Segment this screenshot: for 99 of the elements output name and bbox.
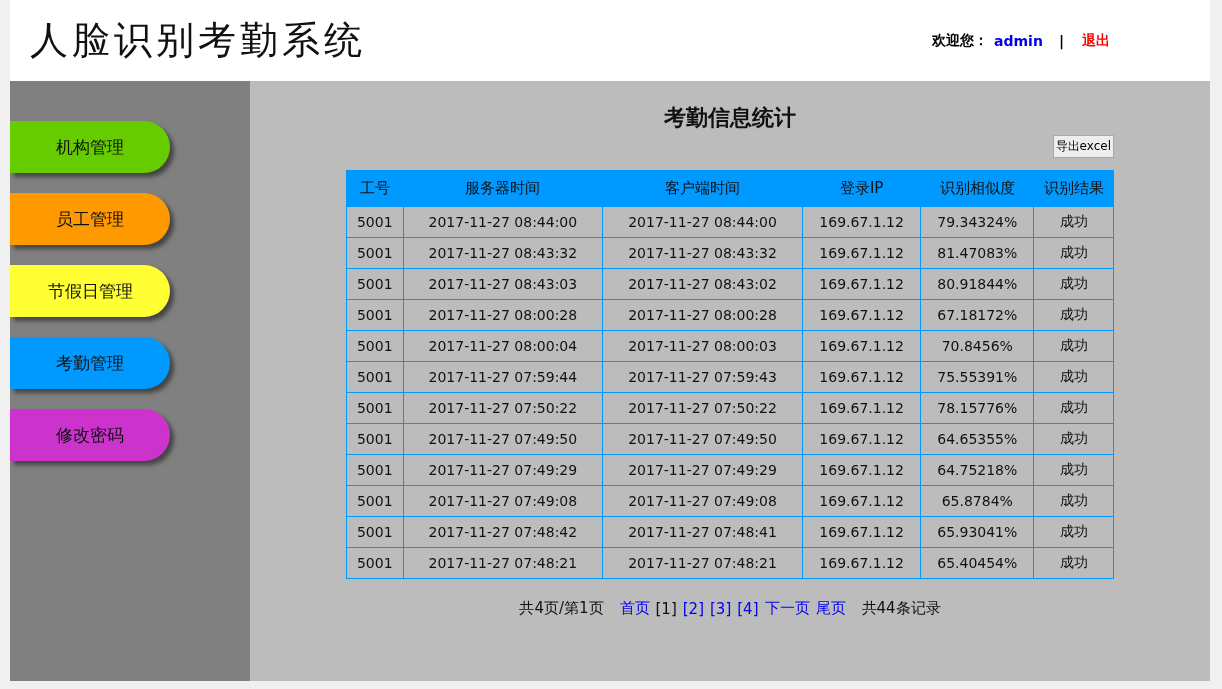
column-header: 识别结果 (1033, 170, 1114, 207)
page-link[interactable]: [3] (710, 599, 732, 618)
table-cell: 成功 (1033, 392, 1114, 424)
table-cell: 2017-11-27 08:43:03 (403, 268, 603, 300)
table-cell: 169.67.1.12 (802, 485, 921, 517)
page-link[interactable]: 下一页 (764, 599, 810, 618)
table-cell: 成功 (1033, 485, 1114, 517)
table-cell: 成功 (1033, 361, 1114, 393)
table-cell: 2017-11-27 07:59:44 (403, 361, 603, 393)
table-cell: 5001 (346, 299, 403, 331)
table-cell: 5001 (346, 361, 403, 393)
page-link[interactable]: [4] (737, 599, 759, 618)
table-cell: 169.67.1.12 (802, 547, 921, 579)
page-link[interactable]: 首页 (619, 599, 650, 618)
column-header: 服务器时间 (403, 170, 603, 207)
table-cell: 5001 (346, 237, 403, 269)
table-cell: 5001 (346, 392, 403, 424)
logout-link[interactable]: 退出 (1082, 31, 1110, 50)
table-cell: 79.34324% (920, 206, 1034, 238)
table-cell: 2017-11-27 07:59:43 (602, 361, 803, 393)
table-cell: 65.93041% (920, 516, 1034, 548)
table-cell: 81.47083% (920, 237, 1034, 269)
table-cell: 78.15776% (920, 392, 1034, 424)
table-cell: 5001 (346, 485, 403, 517)
table-cell: 65.40454% (920, 547, 1034, 579)
table-cell: 成功 (1033, 547, 1114, 579)
site-title: 人脸识别考勤系统 (30, 17, 366, 64)
table-cell: 169.67.1.12 (802, 206, 921, 238)
table-cell: 80.91844% (920, 268, 1034, 300)
table-cell: 5001 (346, 423, 403, 455)
table-cell: 成功 (1033, 516, 1114, 548)
table-cell: 64.75218% (920, 454, 1034, 486)
table-cell: 2017-11-27 08:00:04 (403, 330, 603, 362)
menu-button[interactable]: 考勤管理 (10, 337, 170, 389)
column-header: 登录IP (802, 170, 921, 207)
table-cell: 169.67.1.12 (802, 516, 921, 548)
page-title: 考勤信息统计 (664, 104, 796, 132)
table-cell: 2017-11-27 08:00:03 (602, 330, 803, 362)
page-link[interactable]: [2] (682, 599, 704, 618)
page-link[interactable]: [1] (655, 599, 677, 618)
table-cell: 5001 (346, 516, 403, 548)
table-cell: 169.67.1.12 (802, 299, 921, 331)
table-cell: 2017-11-27 07:50:22 (602, 392, 803, 424)
table-cell: 169.67.1.12 (802, 423, 921, 455)
table-cell: 2017-11-27 08:00:28 (403, 299, 603, 331)
table-cell: 75.55391% (920, 361, 1034, 393)
table-cell: 70.8456% (920, 330, 1034, 362)
column-header: 工号 (346, 170, 403, 207)
menu-button[interactable]: 修改密码 (10, 409, 170, 461)
page-summary: 共4页/第1页 (519, 599, 604, 618)
table-cell: 成功 (1033, 299, 1114, 331)
table-cell: 2017-11-27 08:44:00 (602, 206, 803, 238)
table-cell: 169.67.1.12 (802, 237, 921, 269)
table-cell: 169.67.1.12 (802, 361, 921, 393)
table-cell: 2017-11-27 07:49:29 (602, 454, 803, 486)
menu-button[interactable]: 员工管理 (10, 193, 170, 245)
welcome-label: 欢迎您： (932, 31, 989, 50)
table-cell: 169.67.1.12 (802, 268, 921, 300)
table-cell: 169.67.1.12 (802, 392, 921, 424)
table-cell: 65.8784% (920, 485, 1034, 517)
record-count: 共44条记录 (861, 599, 941, 618)
table-cell: 2017-11-27 07:49:08 (403, 485, 603, 517)
column-header: 识别相似度 (920, 170, 1034, 207)
table-cell: 2017-11-27 07:49:08 (602, 485, 803, 517)
page-link[interactable]: 尾页 (815, 599, 846, 618)
table-cell: 5001 (346, 330, 403, 362)
export-button[interactable]: 导出excel (1052, 135, 1114, 158)
table-cell: 169.67.1.12 (802, 330, 921, 362)
table-cell: 2017-11-27 07:48:41 (602, 516, 803, 548)
table-cell: 5001 (346, 206, 403, 238)
table-cell: 成功 (1033, 268, 1114, 300)
table-cell: 2017-11-27 08:43:32 (602, 237, 803, 269)
table-cell: 2017-11-27 07:50:22 (403, 392, 603, 424)
table-cell: 成功 (1033, 237, 1114, 269)
table-cell: 成功 (1033, 330, 1114, 362)
table-cell: 64.65355% (920, 423, 1034, 455)
table-cell: 2017-11-27 07:48:21 (403, 547, 603, 579)
table-cell: 2017-11-27 07:48:21 (602, 547, 803, 579)
table-cell: 5001 (346, 268, 403, 300)
table-cell: 2017-11-27 07:49:50 (403, 423, 603, 455)
table-cell: 2017-11-27 07:49:29 (403, 454, 603, 486)
table-cell: 2017-11-27 07:49:50 (602, 423, 803, 455)
menu-button[interactable]: 节假日管理 (10, 265, 170, 317)
table-cell: 2017-11-27 07:48:42 (403, 516, 603, 548)
table-cell: 2017-11-27 08:44:00 (403, 206, 603, 238)
table-cell: 2017-11-27 08:00:28 (602, 299, 803, 331)
username-link[interactable]: admin (994, 32, 1043, 49)
table-cell: 169.67.1.12 (802, 454, 921, 486)
table-cell: 成功 (1033, 454, 1114, 486)
table-cell: 67.18172% (920, 299, 1034, 331)
table-cell: 2017-11-27 08:43:32 (403, 237, 603, 269)
table-cell: 2017-11-27 08:43:02 (602, 268, 803, 300)
separator-text: | (1058, 32, 1064, 49)
column-header: 客户端时间 (602, 170, 803, 207)
table-cell: 成功 (1033, 206, 1114, 238)
table-cell: 成功 (1033, 423, 1114, 455)
table-cell: 5001 (346, 547, 403, 579)
table-cell: 5001 (346, 454, 403, 486)
menu-button[interactable]: 机构管理 (10, 121, 170, 173)
